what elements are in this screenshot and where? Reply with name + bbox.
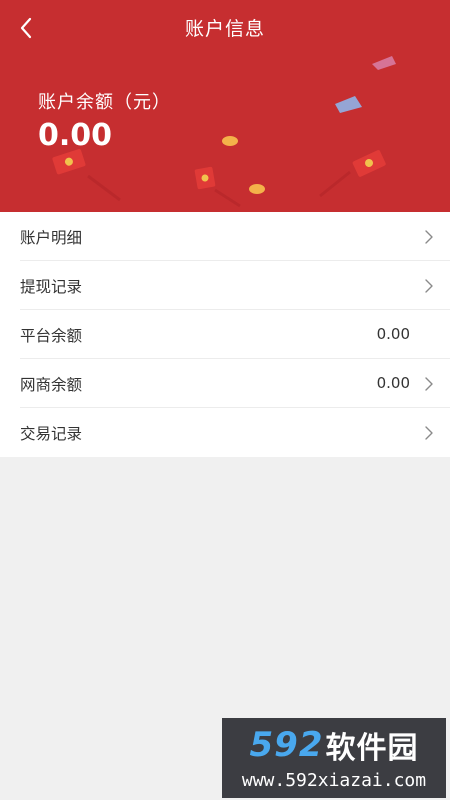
list-item-label: 账户明细 (20, 229, 83, 247)
watermark-number: 592 (249, 725, 324, 765)
list-item-account-details[interactable]: 账户明细 (20, 212, 450, 261)
list-item-withdrawal-records[interactable]: 提现记录 (20, 261, 450, 310)
top-nav-bar: 账户信息 (0, 0, 450, 56)
chevron-right-icon (425, 279, 433, 293)
list-item-platform-balance: 平台余额 0.00 (20, 310, 450, 359)
watermark-logo: 592 软件园 (222, 724, 446, 766)
list-item-label: 提现记录 (20, 278, 83, 296)
page-title: 账户信息 (184, 18, 265, 40)
account-header: 账户信息 账户余额（元） 0.00 (0, 0, 450, 212)
list-item-label: 平台余额 (20, 327, 83, 345)
list-item-mybank-balance[interactable]: 网商余额 0.00 (20, 359, 450, 408)
site-watermark: 592 软件园 www.592xiazai.com (222, 718, 446, 798)
watermark-url: www.592xiazai.com (241, 770, 427, 791)
list-item-label: 网商余额 (20, 376, 83, 394)
chevron-right-icon (425, 230, 433, 244)
platform-balance-value: 0.00 (376, 325, 410, 343)
list-item-label: 交易记录 (20, 425, 83, 443)
account-menu-list: 账户明细 提现记录 平台余额 0.00 网商余额 0.00 交易记录 (0, 212, 450, 457)
chevron-right-icon (425, 377, 433, 391)
balance-amount: 0.00 (38, 118, 113, 153)
watermark-name: 软件园 (325, 731, 419, 766)
mybank-balance-value: 0.00 (376, 374, 410, 392)
chevron-right-icon (425, 426, 433, 440)
list-item-transaction-records[interactable]: 交易记录 (20, 408, 450, 457)
balance-label: 账户余额（元） (38, 92, 171, 113)
